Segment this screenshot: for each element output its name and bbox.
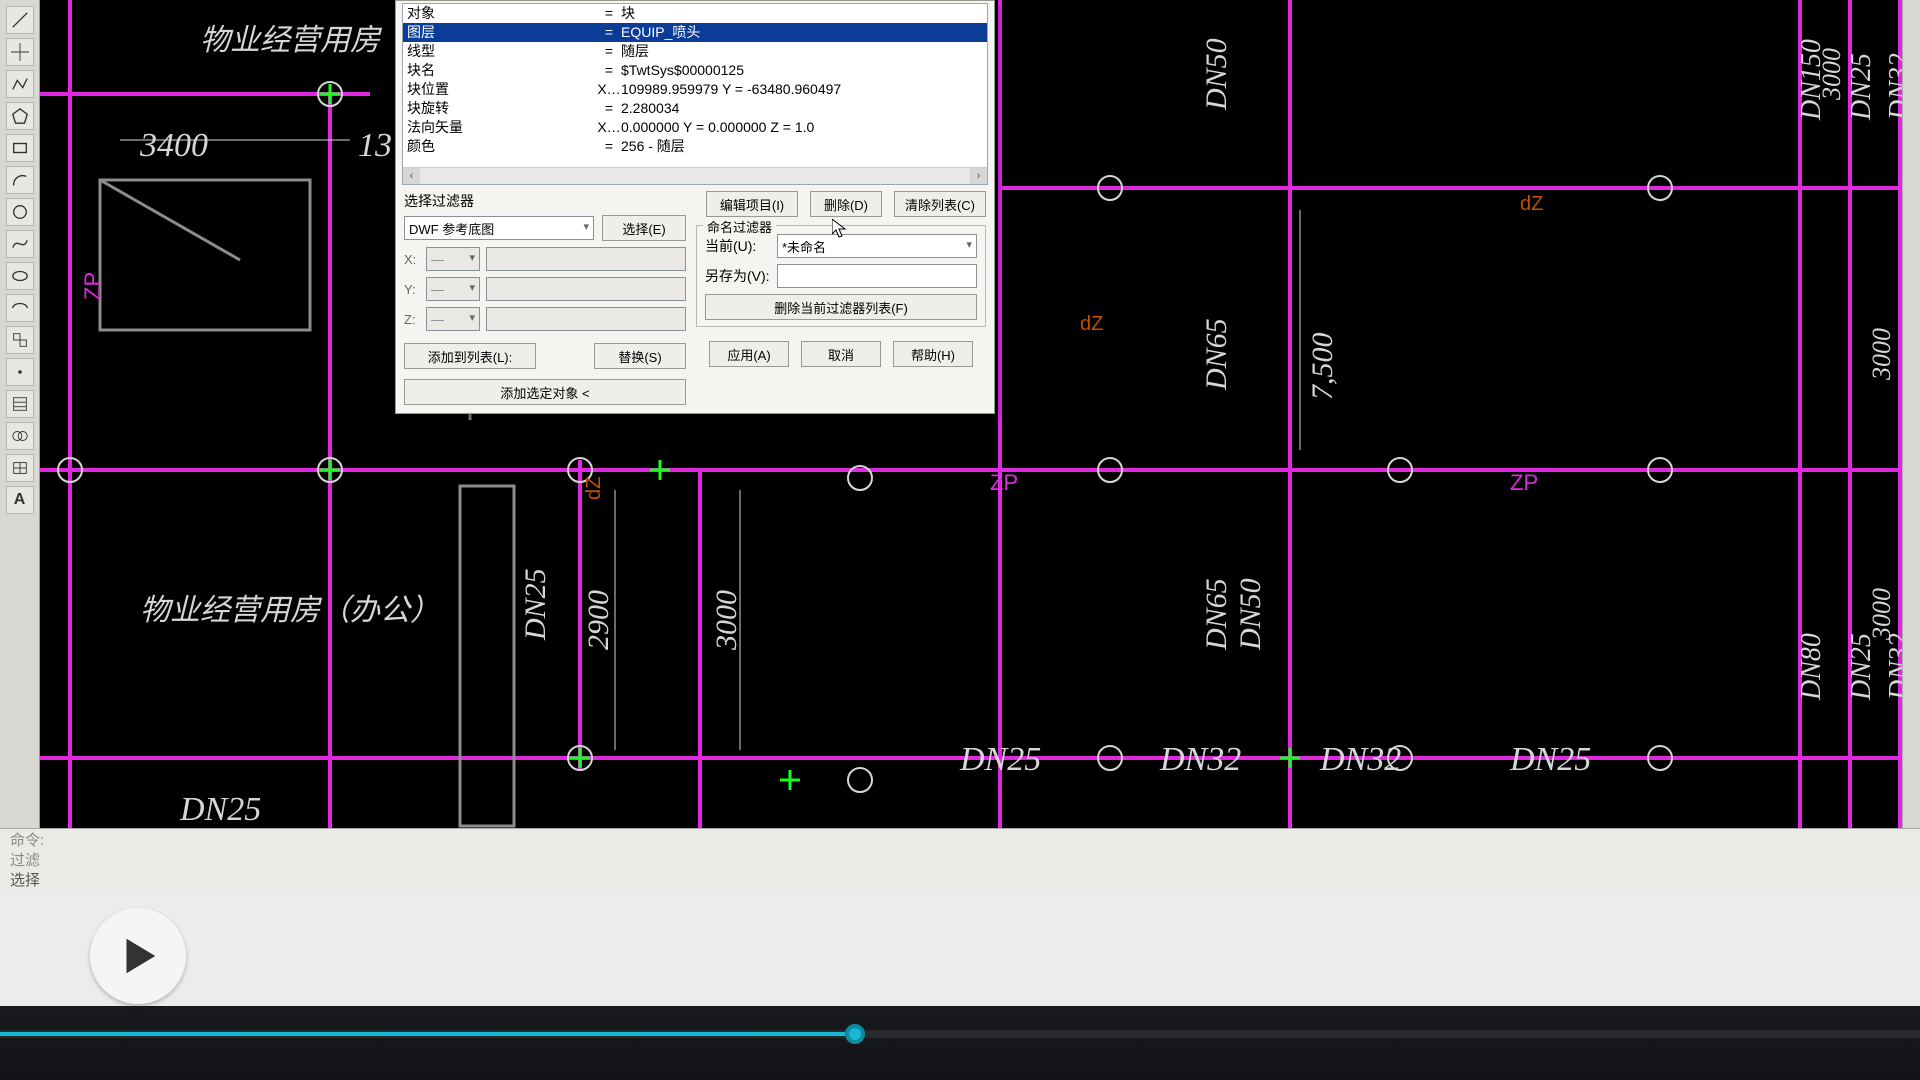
svg-text:DN65: DN65 <box>1200 578 1233 651</box>
cmd-line-2: 过滤 <box>10 851 1910 871</box>
svg-text:物业经营用房（办公）: 物业经营用房（办公） <box>140 594 440 627</box>
command-line-area[interactable]: 命令: 过滤 选择 <box>0 828 1920 890</box>
x-op-combo: — <box>426 247 480 271</box>
vertical-scrollbar[interactable] <box>1902 0 1920 830</box>
video-player-overlay <box>0 890 1920 1080</box>
svg-text:3000: 3000 <box>1867 588 1896 641</box>
apply-button[interactable]: 应用(A) <box>709 341 789 367</box>
replace-button[interactable]: 替换(S) <box>594 343 686 369</box>
progress-bar[interactable] <box>0 1030 1920 1038</box>
svg-text:DN25: DN25 <box>1846 633 1877 701</box>
y-label: Y: <box>404 282 426 297</box>
svg-text:dZ: dZ <box>583 477 605 500</box>
tool-text-icon[interactable]: A <box>6 486 34 514</box>
filter-type-combo[interactable]: DWF 参考底图 <box>404 216 594 240</box>
tool-spline-icon[interactable] <box>6 230 34 258</box>
svg-text:3000: 3000 <box>1817 48 1846 101</box>
edit-item-button[interactable]: 编辑项目(I) <box>706 191 798 217</box>
delete-button[interactable]: 删除(D) <box>810 191 882 217</box>
save-as-input[interactable] <box>777 264 977 288</box>
filter-list-row[interactable]: 块旋转=2.280034 <box>403 99 987 118</box>
progress-thumb[interactable] <box>845 1024 865 1044</box>
progress-fill <box>0 1032 845 1036</box>
named-filter-legend: 命名过滤器 <box>703 217 776 236</box>
svg-text:DN32: DN32 <box>1319 741 1401 778</box>
tool-xline-icon[interactable] <box>6 38 34 66</box>
object-filter-dialog: 对象=块图层=EQUIP_喷头线型=随层块名=$TwtSys$00000125块… <box>395 0 995 414</box>
select-button[interactable]: 选择(E) <box>602 215 686 241</box>
z-label: Z: <box>404 312 426 327</box>
delete-current-filter-list-button[interactable]: 删除当前过滤器列表(F) <box>705 294 977 320</box>
play-button[interactable] <box>90 908 186 1004</box>
y-op-combo: — <box>426 277 480 301</box>
tool-rectangle-icon[interactable] <box>6 134 34 162</box>
svg-text:DN65: DN65 <box>1200 318 1233 391</box>
tool-polyline-icon[interactable] <box>6 70 34 98</box>
filter-list-row[interactable]: 法向矢量X…0.000000 Y = 0.000000 Z = 1.0 <box>403 118 987 137</box>
help-button[interactable]: 帮助(H) <box>893 341 973 367</box>
named-filter-group: 命名过滤器 当前(U): *未命名 另存为(V): 删除当前过滤器列表(F) <box>696 225 986 327</box>
svg-text:ZP: ZP <box>1510 470 1538 495</box>
filter-list-row[interactable]: 线型=随层 <box>403 42 987 61</box>
tool-arc-icon[interactable] <box>6 166 34 194</box>
tool-ellipse-arc-icon[interactable] <box>6 294 34 322</box>
add-selected-button[interactable]: 添加选定对象 < <box>404 379 686 405</box>
filter-property-list[interactable]: 对象=块图层=EQUIP_喷头线型=随层块名=$TwtSys$00000125块… <box>402 3 988 185</box>
filter-list-row[interactable]: 对象=块 <box>403 4 987 23</box>
svg-text:3000: 3000 <box>710 590 743 651</box>
z-value-input <box>486 307 686 331</box>
filter-list-row[interactable]: 块名=$TwtSys$00000125 <box>403 61 987 80</box>
select-filter-label: 选择过滤器 <box>404 191 686 211</box>
x-value-input <box>486 247 686 271</box>
svg-text:DN80: DN80 <box>1796 633 1827 701</box>
list-hscrollbar[interactable]: ‹› <box>403 167 987 184</box>
tool-point-icon[interactable] <box>6 358 34 386</box>
cmd-line-1: 命令: <box>10 831 1910 851</box>
svg-text:dZ: dZ <box>1520 193 1543 215</box>
tool-region-icon[interactable] <box>6 422 34 450</box>
cancel-button[interactable]: 取消 <box>801 341 881 367</box>
cmd-line-3: 选择 <box>10 871 1910 891</box>
tool-circle-icon[interactable] <box>6 198 34 226</box>
svg-text:2900: 2900 <box>582 590 615 650</box>
tool-table-icon[interactable] <box>6 454 34 482</box>
svg-text:DN32: DN32 <box>1159 741 1241 778</box>
svg-text:ZP: ZP <box>990 470 1018 495</box>
y-value-input <box>486 277 686 301</box>
svg-text:DN25: DN25 <box>959 741 1041 778</box>
svg-text:ZP: ZP <box>80 272 105 300</box>
svg-text:DN25: DN25 <box>519 568 552 641</box>
x-label: X: <box>404 252 426 267</box>
tool-polygon-icon[interactable] <box>6 102 34 130</box>
svg-text:7,500: 7,500 <box>1306 333 1339 401</box>
svg-text:DN50: DN50 <box>1234 578 1267 651</box>
tool-line-icon[interactable] <box>6 6 34 34</box>
filter-list-row[interactable]: 图层=EQUIP_喷头 <box>403 23 987 42</box>
filter-list-row[interactable]: 颜色=256 - 随层 <box>403 137 987 156</box>
current-label: 当前(U): <box>705 236 777 256</box>
tool-ellipse-icon[interactable] <box>6 262 34 290</box>
clear-list-button[interactable]: 清除列表(C) <box>894 191 986 217</box>
svg-text:DN25: DN25 <box>179 791 261 828</box>
svg-text:DN25: DN25 <box>1846 53 1877 121</box>
save-as-label: 另存为(V): <box>705 266 777 286</box>
filter-list-row[interactable]: 块位置X…109989.959979 Y = -63480.960497 <box>403 80 987 99</box>
svg-text:DN50: DN50 <box>1200 38 1233 111</box>
tool-block-icon[interactable] <box>6 326 34 354</box>
svg-text:dZ: dZ <box>1080 313 1103 335</box>
svg-text:13: 13 <box>358 127 392 164</box>
z-op-combo: — <box>426 307 480 331</box>
left-toolbar: A <box>0 0 40 830</box>
tool-hatch-icon[interactable] <box>6 390 34 418</box>
svg-text:3400: 3400 <box>139 127 208 164</box>
add-to-list-button[interactable]: 添加到列表(L): <box>404 343 536 369</box>
current-filter-combo[interactable]: *未命名 <box>777 234 977 258</box>
svg-text:DN25: DN25 <box>1509 741 1591 778</box>
svg-text:3000: 3000 <box>1867 328 1896 381</box>
